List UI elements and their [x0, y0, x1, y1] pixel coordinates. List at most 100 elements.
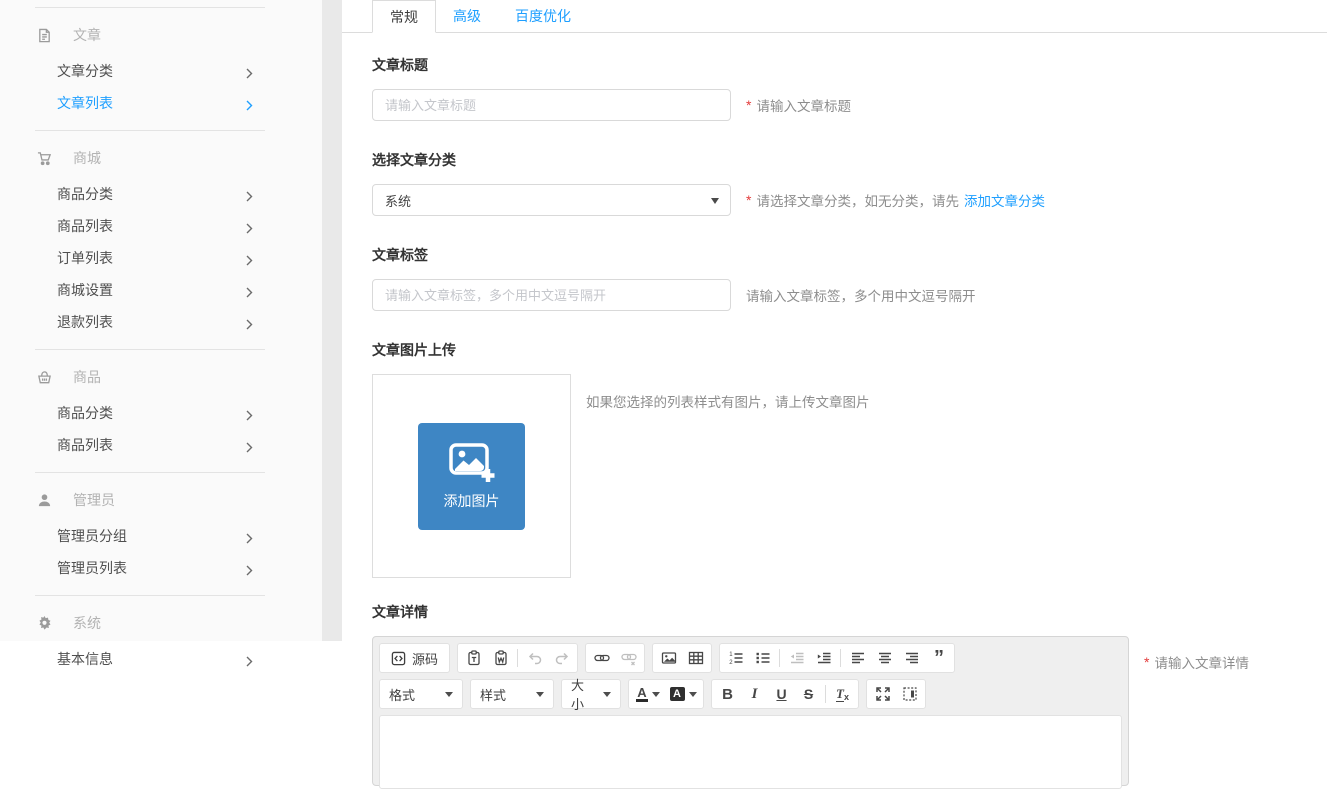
sidebar-item-label: 文章分类	[57, 61, 113, 81]
sidebar-group-label: 商城	[73, 148, 101, 168]
indent-button[interactable]	[810, 645, 837, 671]
dropdown-arrow-icon	[711, 198, 719, 204]
add-image-button[interactable]: 添加图片	[418, 423, 525, 530]
sidebar-item-goods-category[interactable]: 商品分类	[35, 397, 265, 429]
show-blocks-button[interactable]	[896, 681, 923, 707]
sidebar-item-admin-group[interactable]: 管理员分组	[35, 520, 265, 552]
maximize-icon	[875, 686, 891, 702]
source-button[interactable]: 源码	[382, 645, 447, 671]
add-article-category-link[interactable]: 添加文章分类	[964, 190, 1045, 210]
article-category-label: 选择文章分类	[372, 150, 1327, 170]
sidebar-item-product-list[interactable]: 商品列表	[35, 210, 265, 242]
dropdown-caret-icon	[536, 692, 544, 697]
paste-word-button[interactable]	[487, 645, 514, 671]
strikethrough-button[interactable]: S	[795, 681, 822, 707]
paste-text-button[interactable]	[460, 645, 487, 671]
file-text-icon	[37, 28, 52, 43]
format-dropdown[interactable]: 格式	[379, 679, 463, 709]
sidebar-divider-gutter	[322, 0, 342, 641]
sidebar-group-label: 商品	[73, 367, 101, 387]
article-detail-field: 文章详情 源码	[372, 602, 1327, 786]
paste-text-icon	[466, 650, 482, 666]
tab-general[interactable]: 常规	[372, 0, 436, 33]
required-marker: *	[746, 192, 751, 208]
source-code-icon	[391, 651, 406, 666]
sidebar-item-article-category[interactable]: 文章分类	[35, 55, 265, 87]
link-button[interactable]	[588, 645, 615, 671]
size-dropdown[interactable]: 大小	[561, 679, 621, 709]
editor-content-area[interactable]	[379, 715, 1122, 789]
insert-table-button[interactable]	[682, 645, 709, 671]
background-color-icon: A	[670, 687, 685, 701]
tab-baidu-seo[interactable]: 百度优化	[498, 0, 588, 33]
sidebar-group-article-title: 文章	[35, 23, 265, 47]
background-color-button[interactable]: A	[665, 681, 701, 707]
text-color-button[interactable]: A	[631, 681, 665, 707]
redo-icon	[554, 650, 570, 666]
image-icon	[661, 650, 677, 666]
outdent-button[interactable]	[783, 645, 810, 671]
bullet-list-button[interactable]	[749, 645, 776, 671]
sidebar-item-label: 退款列表	[57, 312, 113, 332]
align-center-icon	[877, 650, 893, 666]
sidebar-item-basic-info[interactable]: 基本信息	[35, 643, 265, 675]
redo-button[interactable]	[548, 645, 575, 671]
sidebar-item-admin-list[interactable]: 管理员列表	[35, 552, 265, 584]
sidebar-group-mall: 商城 商品分类 商品列表 订单列表	[35, 130, 265, 349]
article-tags-input[interactable]	[372, 279, 731, 311]
align-left-button[interactable]	[844, 645, 871, 671]
sidebar-item-article-list[interactable]: 文章列表	[35, 87, 265, 119]
article-tags-label: 文章标签	[372, 245, 1327, 265]
required-marker: *	[746, 97, 751, 113]
sidebar-item-order-list[interactable]: 订单列表	[35, 242, 265, 274]
underline-icon: U	[776, 686, 786, 702]
article-category-select[interactable]: 系统	[372, 184, 731, 216]
sidebar-item-label: 订单列表	[57, 248, 113, 268]
bold-button[interactable]: B	[714, 681, 741, 707]
strikethrough-icon: S	[804, 686, 813, 702]
insert-image-button[interactable]	[655, 645, 682, 671]
show-blocks-icon	[902, 686, 918, 702]
underline-button[interactable]: U	[768, 681, 795, 707]
chevron-right-icon	[246, 654, 253, 665]
chevron-right-icon	[246, 531, 253, 542]
main-content: 常规 高级 百度优化 文章标题 * 请输入文章标题 选择文章分类 系统	[342, 0, 1327, 641]
align-right-button[interactable]	[898, 645, 925, 671]
remove-format-button[interactable]: Tx	[829, 681, 856, 707]
chevron-right-icon	[246, 98, 253, 109]
sidebar-item-label: 管理员列表	[57, 558, 127, 578]
undo-button[interactable]	[521, 645, 548, 671]
blockquote-button[interactable]: ”	[925, 645, 952, 671]
cart-icon	[37, 151, 52, 166]
chevron-right-icon	[246, 221, 253, 232]
sidebar-item-goods-list[interactable]: 商品列表	[35, 429, 265, 461]
sidebar-item-label: 商品分类	[57, 184, 113, 204]
sidebar-item-mall-settings[interactable]: 商城设置	[35, 274, 265, 306]
sidebar-group-label: 文章	[73, 25, 101, 45]
table-icon	[688, 650, 704, 666]
tab-advanced[interactable]: 高级	[436, 0, 498, 33]
chevron-right-icon	[246, 253, 253, 264]
required-marker: *	[1144, 654, 1149, 670]
article-title-field: 文章标题 * 请输入文章标题	[372, 55, 1327, 121]
sidebar-item-product-category[interactable]: 商品分类	[35, 178, 265, 210]
sidebar-item-refund-list[interactable]: 退款列表	[35, 306, 265, 338]
dropdown-caret-icon	[445, 692, 453, 697]
align-center-button[interactable]	[871, 645, 898, 671]
article-category-hint: * 请选择文章分类，如无分类，请先 添加文章分类	[746, 190, 1045, 210]
article-image-field: 文章图片上传 添加图片 如果您选择的列表样式有图片，请上传文章图片	[372, 340, 1327, 578]
maximize-button[interactable]	[869, 681, 896, 707]
chevron-right-icon	[246, 285, 253, 296]
article-image-hint: 如果您选择的列表样式有图片，请上传文章图片	[586, 374, 870, 411]
dropdown-caret-icon	[689, 692, 697, 697]
italic-button[interactable]: I	[741, 681, 768, 707]
chevron-right-icon	[246, 189, 253, 200]
unlink-button[interactable]	[615, 645, 642, 671]
ordered-list-button[interactable]: 1 2	[722, 645, 749, 671]
style-dropdown[interactable]: 样式	[470, 679, 554, 709]
toolbar-separator	[840, 649, 841, 667]
article-detail-hint: * 请输入文章详情	[1144, 636, 1249, 672]
article-title-input[interactable]	[372, 89, 731, 121]
outdent-icon	[789, 650, 805, 666]
bold-icon: B	[722, 686, 733, 703]
